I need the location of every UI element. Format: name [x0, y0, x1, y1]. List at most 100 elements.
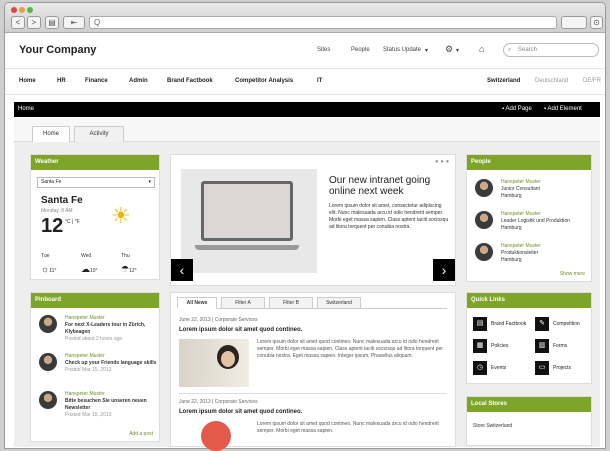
news-image [201, 421, 231, 451]
pinboard-widget: Pinboard Hanspeter Muster For next X-Lead… [30, 292, 160, 442]
news-widget: All News Filter A Filter B Switzerland J… [170, 292, 456, 451]
chevron-down-icon[interactable]: ▾ [425, 47, 428, 54]
page-title: Home [18, 106, 35, 112]
language-switch[interactable]: DE/FR [583, 78, 601, 84]
sun-icon: ☼ [41, 264, 50, 274]
avatar [39, 353, 57, 371]
news-image [179, 339, 249, 387]
hero-slider: ● ● ● Our new intranet going online next… [170, 154, 456, 286]
avatar [475, 211, 493, 229]
hero-title: Our new intranet going online next week [329, 175, 431, 197]
chevron-down-icon: ▾ [148, 179, 151, 185]
quick-links-widget: Quick Links ▤ Brand Factbook ✎ Competition… [466, 292, 592, 384]
forecast-day: Wed ☁10° [81, 253, 98, 274]
nav-item-home[interactable]: Home [19, 78, 36, 84]
avatar [39, 315, 57, 333]
tab-filter-a[interactable]: Filter A [221, 297, 265, 309]
add-post-link[interactable]: Add a post [129, 431, 153, 437]
chevron-down-icon[interactable]: ▾ [456, 47, 459, 54]
add-page-button[interactable]: ▪ Add Page [502, 106, 532, 112]
city-select[interactable]: Santa Fe ▾ [37, 177, 155, 188]
folder-icon: ▭ [535, 361, 549, 375]
slider-dots[interactable]: ● ● ● [435, 159, 449, 165]
news-tabs: All News Filter A Filter B Switzerland [177, 297, 447, 309]
weather-temp: 12 [41, 215, 64, 237]
nav-item-switzerland[interactable]: Switzerland [487, 78, 520, 84]
avatar [475, 243, 493, 261]
download-icon[interactable]: ⊙ [590, 16, 603, 29]
inbox-icon[interactable]: ⌂ [479, 44, 484, 54]
main-nav: Home HR Finance Admin Brand Factbook Com… [5, 69, 605, 95]
post-item[interactable]: Hanspeter Muster Check up your Friends la… [39, 353, 159, 383]
zoom-dot[interactable] [27, 7, 33, 13]
laptop-base [195, 245, 299, 250]
avatar [475, 179, 493, 197]
nav-item-hr[interactable]: HR [57, 78, 66, 84]
people-link[interactable]: People [351, 47, 370, 53]
cloud-icon: ☁ [81, 264, 90, 274]
company-name: Your Company [19, 44, 97, 56]
person-face [221, 351, 235, 367]
forecast: Tue ☼11° Wed ☁10° Thu ☂12° [41, 253, 155, 277]
tab-switzerland[interactable]: Switzerland [317, 297, 361, 309]
tab-all-news[interactable]: All News [177, 297, 217, 309]
store-item[interactable]: Store Switzerland [473, 423, 512, 429]
reader-button[interactable] [561, 16, 587, 29]
minimize-dot[interactable] [19, 7, 25, 13]
news-title[interactable]: Lorem ipsum dolor sit amet quod contineo… [179, 409, 302, 415]
nav-item-brand-factbook[interactable]: Brand Factbook [167, 78, 213, 84]
forecast-day: Tue ☼11° [41, 253, 57, 274]
post-item[interactable]: Hanspeter Muster For next X-Leaders tour … [39, 315, 159, 345]
post-item[interactable]: Hanspeter Muster Bitte besuchen Sie unser… [39, 391, 159, 421]
temp-unit-toggle[interactable]: °C | °F [65, 219, 80, 225]
tab-filter-b[interactable]: Filter B [269, 297, 313, 309]
nav-item-admin[interactable]: Admin [129, 78, 148, 84]
rain-icon: ☂ [121, 264, 130, 274]
nav-item-deutschland[interactable]: Deutschland [535, 78, 568, 84]
page-tabs: Home Activity [14, 118, 600, 142]
nav-item-finance[interactable]: Finance [85, 78, 108, 84]
people-title: People [467, 155, 591, 170]
pinboard-title: Pinboard [31, 293, 159, 308]
site-header: Your Company Sites People Status Update … [5, 33, 605, 69]
forecast-day: Thu ☂12° [121, 253, 137, 274]
share-icon[interactable]: ⇤ [63, 16, 85, 29]
page-bar: Home ▪ Add Page ▪ Add Element [14, 102, 600, 117]
weather-date: Monday, 8 AM [41, 208, 73, 214]
nav-item-competitor-analysis[interactable]: Competitor Analysis [235, 78, 293, 84]
sites-link[interactable]: Sites [317, 47, 330, 53]
nav-item-it[interactable]: IT [317, 78, 322, 84]
gear-icon[interactable]: ⚙ [445, 44, 453, 55]
hero-body: Lorem ipsum dolor sit amet, consectetur … [329, 203, 449, 230]
back-button[interactable]: < [11, 16, 25, 29]
dashboard-content: Weather Santa Fe ▾ Santa Fe Monday, 8 AM … [14, 142, 600, 451]
url-text: Q [94, 18, 101, 27]
news-title[interactable]: Lorem ipsum dolor sit amet quod contineo… [179, 327, 302, 333]
weather-city: Santa Fe [41, 195, 83, 206]
people-widget: People Hanspeter Muster Junior Consultant… [466, 154, 592, 282]
news-meta: June 22, 2013 | Corporate Services [179, 317, 258, 323]
person-card[interactable]: Hanspeter Muster Produktionsleiter Hamburg [475, 243, 595, 273]
divider [179, 393, 447, 394]
person-card[interactable]: Hanspeter Muster Junior Consultant Hamburg [475, 179, 595, 209]
forward-button[interactable]: > [27, 16, 41, 29]
next-slide-button[interactable]: › [433, 259, 455, 281]
close-dot[interactable] [11, 7, 17, 13]
status-update-link[interactable]: Status Update [383, 47, 421, 53]
pencil-icon: ✎ [535, 317, 549, 331]
tab-home[interactable]: Home [32, 126, 70, 142]
sidebar-icon[interactable]: ▤ [45, 16, 59, 29]
local-stores-widget: Local Stores Store Switzerland [466, 396, 592, 446]
person-card[interactable]: Hanspeter Muster Leader Logistik und Prod… [475, 211, 595, 241]
prev-slide-button[interactable]: ‹ [171, 259, 193, 281]
weather-title: Weather [31, 155, 159, 170]
address-bar[interactable]: Q [89, 16, 557, 29]
weather-widget: Weather Santa Fe ▾ Santa Fe Monday, 8 AM … [30, 154, 160, 280]
search-input[interactable]: ⌕ Search [503, 43, 599, 57]
form-icon: ▥ [535, 339, 549, 353]
show-more-link[interactable]: Show more [560, 271, 585, 277]
tab-activity[interactable]: Activity [74, 126, 124, 142]
laptop-screen [201, 181, 293, 241]
news-body: Lorem ipsum dolor sit amet quod contineo… [257, 339, 443, 359]
add-element-button[interactable]: ▪ Add Element [544, 106, 582, 112]
